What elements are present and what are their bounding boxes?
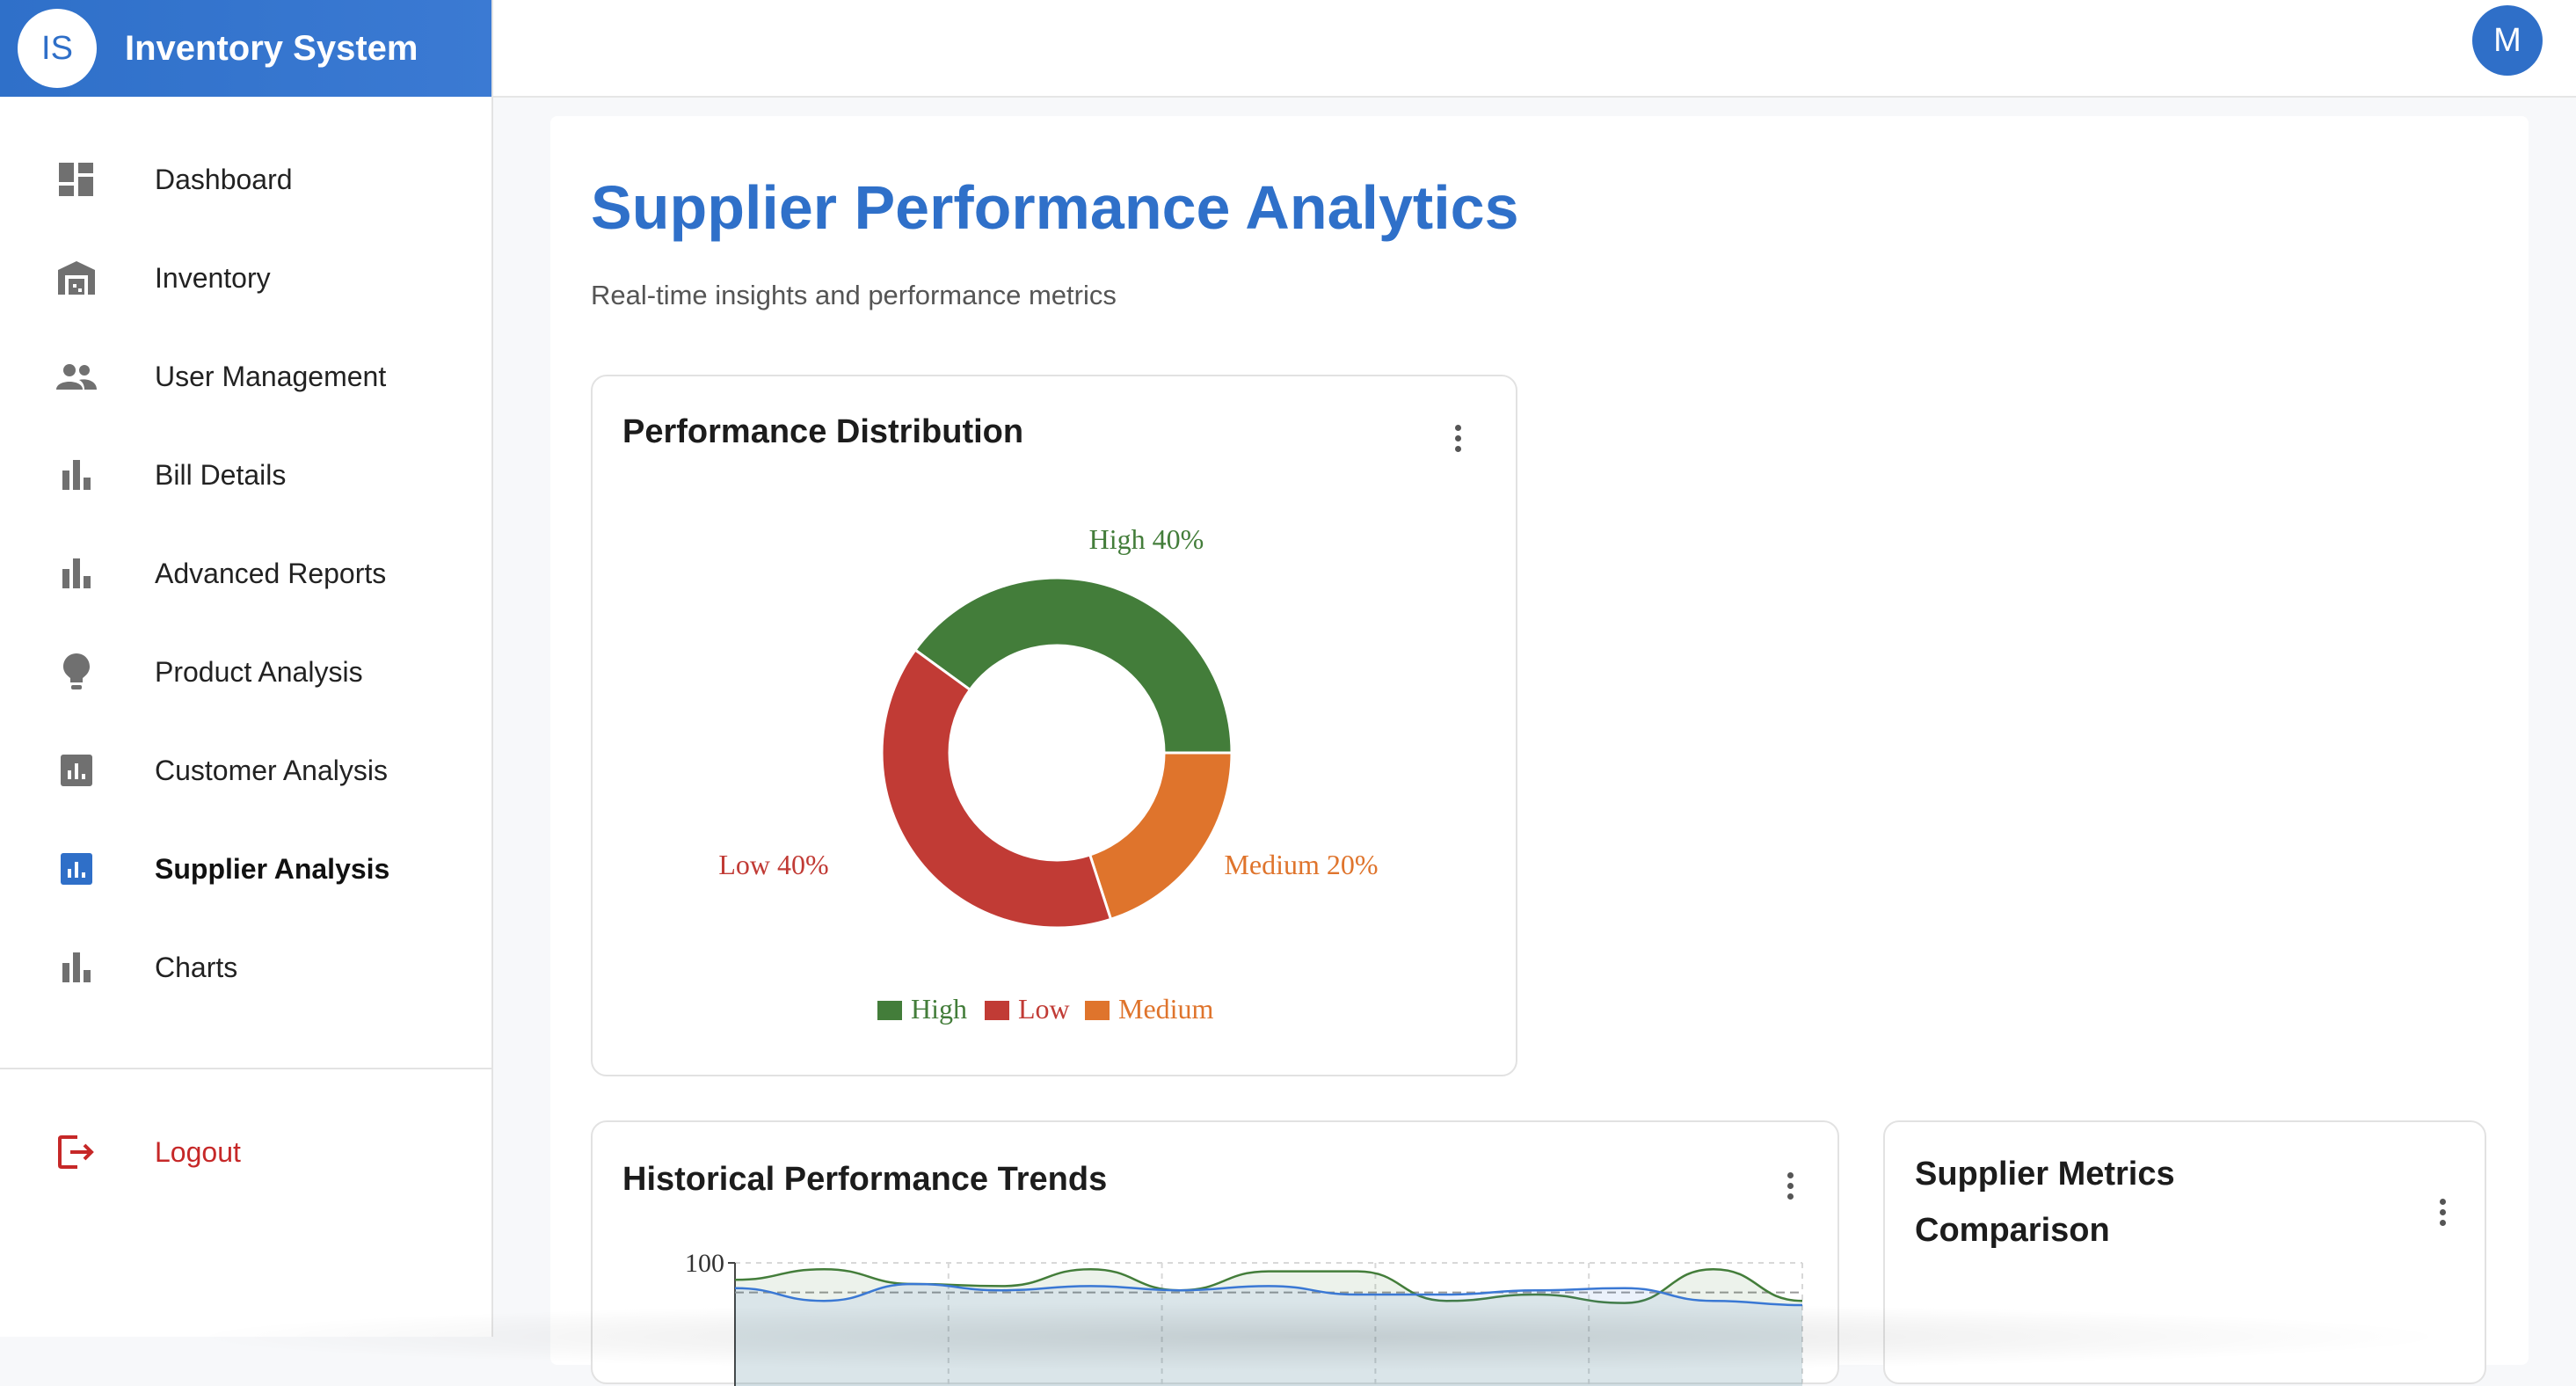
dashboard-icon [56, 159, 97, 200]
logout-icon [56, 1132, 97, 1172]
sidebar-item-dashboard[interactable]: Dashboard [0, 130, 491, 229]
donut-slice-low[interactable] [880, 647, 1113, 930]
slice-label-low: Low 40% [718, 849, 828, 880]
card-title-line-1: Supplier Metrics [1915, 1156, 2175, 1193]
sidebar-item-label: Bill Details [155, 458, 287, 491]
sidebar-item-charts[interactable]: Charts [0, 918, 491, 1017]
bar-chart-icon [56, 455, 97, 495]
sidebar-item-user-management[interactable]: User Management [0, 327, 491, 426]
legend-swatch-medium [1085, 1001, 1110, 1020]
bar-chart-icon [56, 553, 97, 594]
user-avatar[interactable]: M [2472, 5, 2543, 76]
donut-slice-high[interactable] [913, 576, 1233, 755]
more-options-icon[interactable] [2425, 1187, 2460, 1236]
people-icon [56, 356, 97, 397]
legend-label-low[interactable]: Low [1018, 993, 1070, 1025]
legend-swatch-high [877, 1001, 902, 1020]
donut-slice-medium[interactable] [1088, 751, 1233, 922]
trend-chart: 100 [685, 1249, 1803, 1386]
analytics-box-icon [56, 750, 97, 791]
performance-distribution-card: Performance Distribution High 40% Low 40%… [591, 375, 1517, 1076]
app-logo[interactable]: IS [18, 9, 97, 88]
logout-button[interactable]: Logout [0, 1103, 491, 1201]
sidebar-item-inventory[interactable]: Inventory [0, 229, 491, 327]
lightbulb-icon [56, 652, 97, 692]
sidebar-item-label: Supplier Analysis [155, 852, 390, 885]
sidebar-item-label: Dashboard [155, 163, 293, 195]
legend-swatch-low [985, 1001, 1009, 1020]
sidebar-item-label: User Management [155, 360, 387, 392]
sidebar-item-product-analysis[interactable]: Product Analysis [0, 623, 491, 721]
sidebar-item-customer-analysis[interactable]: Customer Analysis [0, 721, 491, 820]
sidebar-item-label: Customer Analysis [155, 754, 388, 786]
card-title-line-2: Comparison [1915, 1212, 2110, 1249]
sidebar: IS Inventory System Dashboard Inventory … [0, 0, 493, 1337]
analytics-box-icon [56, 849, 97, 889]
historical-trends-card: Historical Performance Trends 100 [591, 1120, 1839, 1386]
sidebar-divider [0, 1068, 491, 1069]
sidebar-item-label: Advanced Reports [155, 557, 387, 589]
series-area-2 [735, 1284, 1802, 1386]
brand-header: IS Inventory System [0, 0, 491, 97]
sidebar-item-label: Product Analysis [155, 655, 363, 688]
bar-chart-icon [56, 947, 97, 988]
page-subtitle: Real-time insights and performance metri… [591, 280, 1117, 310]
supplier-comparison-card: Supplier Metrics Comparison [1883, 1120, 2486, 1384]
legend-label-medium[interactable]: Medium [1118, 993, 1214, 1025]
page-title: Supplier Performance Analytics [591, 173, 1519, 242]
donut-chart: High 40% Low 40% Medium 20% High Low Medium [718, 523, 1378, 1025]
warehouse-icon [56, 258, 97, 298]
y-tick-label: 100 [685, 1249, 724, 1278]
sidebar-item-supplier-analysis[interactable]: Supplier Analysis [0, 820, 491, 918]
logout-label: Logout [155, 1135, 241, 1168]
sidebar-item-bill-details[interactable]: Bill Details [0, 426, 491, 524]
slice-label-medium: Medium 20% [1224, 849, 1378, 880]
sidebar-item-label: Inventory [155, 261, 271, 294]
slice-label-high: High 40% [1089, 523, 1204, 555]
sidebar-item-label: Charts [155, 951, 238, 983]
top-bar: M [493, 0, 2576, 98]
legend-label-high[interactable]: High [911, 993, 967, 1025]
sidebar-item-advanced-reports[interactable]: Advanced Reports [0, 524, 491, 623]
app-title: Inventory System [125, 28, 418, 68]
